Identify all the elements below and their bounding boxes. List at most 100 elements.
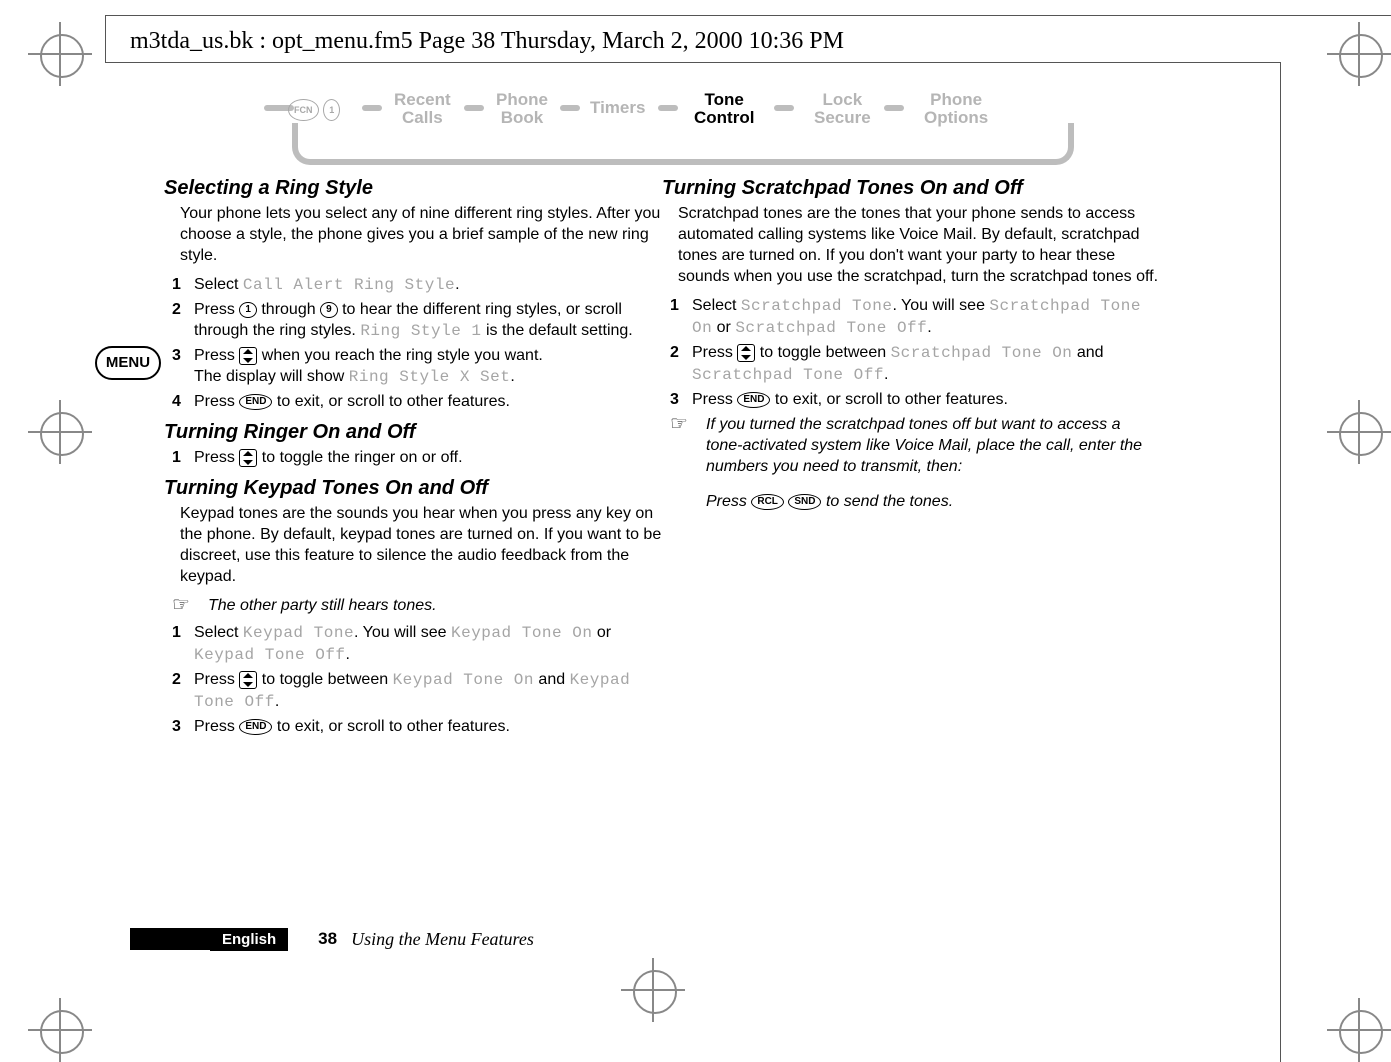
frame-line [105, 15, 106, 62]
text: to send the tones. [826, 493, 953, 510]
lcd-text: Keypad Tone On [393, 671, 534, 689]
nav-fcn-key: FCN 1 [288, 99, 340, 121]
text: or [712, 319, 735, 336]
text: The display will show [194, 368, 349, 385]
frame-line [105, 62, 1280, 63]
text: Press [194, 718, 239, 735]
nav-phone-options: PhoneOptions [924, 91, 988, 127]
lcd-text: Call Alert Ring Style [243, 276, 455, 294]
heading-scratchpad: Turning Scratchpad Tones On and Off [662, 178, 1160, 199]
text: and [534, 671, 570, 688]
footer-language: English [210, 928, 288, 951]
nav-recent-calls: RecentCalls [394, 91, 451, 127]
text: through [257, 301, 320, 318]
end-key-icon: END [737, 392, 770, 408]
running-header: m3tda_us.bk : opt_menu.fm5 Page 38 Thurs… [130, 28, 844, 55]
footer-chapter: Using the Menu Features [351, 929, 534, 950]
key-1-icon: 1 [323, 99, 340, 121]
text: Press [194, 449, 239, 466]
note-keypad: ☞ The other party still hears tones. [172, 595, 662, 616]
rcl-key-icon: RCL [751, 494, 784, 510]
text: . [346, 646, 350, 663]
scroll-key-icon [737, 344, 755, 362]
nav-timers: Timers [590, 99, 645, 117]
note-text: If you turned the scratchpad tones off b… [706, 414, 1160, 477]
text: Select [194, 624, 243, 641]
text: to exit, or scroll to other features. [770, 391, 1007, 408]
page-footer: English 38 Using the Menu Features [130, 926, 534, 952]
para-keypad: Keypad tones are the sounds you hear whe… [180, 503, 662, 587]
heading-ringer: Turning Ringer On and Off [164, 422, 662, 443]
lcd-text: Scratchpad Tone Off [692, 366, 884, 384]
lcd-text: Ring Style X Set [349, 368, 511, 386]
text: Press [706, 493, 751, 510]
crop-mark-icon [28, 400, 92, 464]
left-column: Selecting a Ring Style Your phone lets y… [172, 174, 662, 740]
note-text: Press RCL SND to send the tones. [706, 491, 1160, 512]
lcd-text: Ring Style 1 [360, 322, 481, 340]
menu-badge: MENU [95, 346, 161, 380]
text: Press [692, 344, 737, 361]
para-ring-style: Your phone lets you select any of nine d… [180, 203, 662, 266]
nav-loop-icon [292, 135, 1074, 165]
text: to toggle the ringer on or off. [257, 449, 462, 466]
text: Select [194, 276, 243, 293]
right-column: Turning Scratchpad Tones On and Off Scra… [670, 174, 1160, 518]
snd-key-icon: SND [788, 494, 821, 510]
menu-nav-strip: FCN 1 RecentCalls PhoneBook Timers ToneC… [264, 85, 1094, 160]
end-key-icon: END [239, 394, 272, 410]
end-key-icon: END [239, 719, 272, 735]
text: to toggle between [257, 671, 392, 688]
crop-mark-icon [28, 998, 92, 1062]
note-hand-icon: ☞ [670, 414, 706, 477]
nav-lock-secure: LockSecure [814, 91, 871, 127]
crop-mark-icon [621, 958, 685, 1022]
lcd-text: Scratchpad Tone On [891, 344, 1073, 362]
step-rs-2: 2 Press 1 through 9 to hear the differen… [172, 299, 662, 342]
scroll-key-icon [239, 347, 257, 365]
frame-line [1280, 62, 1281, 1062]
text: . [927, 319, 931, 336]
text: . [884, 366, 888, 383]
text: . [455, 276, 459, 293]
heading-ring-style: Selecting a Ring Style [164, 178, 662, 199]
text: . [510, 368, 514, 385]
text: is the default setting. [482, 322, 633, 339]
step-sp-3: 3 Press END to exit, or scroll to other … [670, 389, 1160, 410]
nav-tone-control: ToneControl [694, 91, 754, 127]
text: . [275, 693, 279, 710]
step-sp-1: 1 Select Scratchpad Tone. You will see S… [670, 295, 1160, 339]
step-rs-3: 3 Press when you reach the ring style yo… [172, 345, 662, 388]
text: to exit, or scroll to other features. [272, 393, 509, 410]
key-1-icon: 1 [239, 302, 257, 318]
note-scratchpad-2: Press RCL SND to send the tones. [670, 491, 1160, 512]
key-9-icon: 9 [320, 302, 338, 318]
crop-mark-icon [1327, 22, 1391, 86]
text: to exit, or scroll to other features. [272, 718, 509, 735]
step-rs-4: 4 Press END to exit, or scroll to other … [172, 391, 662, 412]
crop-mark-icon [1327, 998, 1391, 1062]
note-text: The other party still hears tones. [208, 595, 662, 616]
step-rg-1: 1 Press to toggle the ringer on or off. [172, 447, 662, 468]
text: Press [194, 301, 239, 318]
footer-page-number: 38 [318, 929, 337, 949]
fcn-key-icon: FCN [288, 99, 319, 121]
nav-phone-book: PhoneBook [496, 91, 548, 127]
text: . You will see [354, 624, 451, 641]
lcd-text: Keypad Tone Off [194, 646, 346, 664]
scroll-key-icon [239, 671, 257, 689]
text: Select [692, 297, 741, 314]
frame-line [105, 15, 1391, 16]
step-rs-1: 1 Select Call Alert Ring Style. [172, 274, 662, 296]
text: or [592, 624, 611, 641]
text: and [1072, 344, 1103, 361]
footer-black-bar [130, 928, 210, 950]
step-kp-3: 3 Press END to exit, or scroll to other … [172, 716, 662, 737]
heading-keypad: Turning Keypad Tones On and Off [164, 478, 662, 499]
text: to toggle between [755, 344, 890, 361]
crop-mark-icon [1327, 400, 1391, 464]
para-scratchpad: Scratchpad tones are the tones that your… [678, 203, 1160, 287]
step-kp-2: 2 Press to toggle between Keypad Tone On… [172, 669, 662, 713]
step-sp-2: 2 Press to toggle between Scratchpad Ton… [670, 342, 1160, 386]
note-scratchpad-1: ☞ If you turned the scratchpad tones off… [670, 414, 1160, 477]
